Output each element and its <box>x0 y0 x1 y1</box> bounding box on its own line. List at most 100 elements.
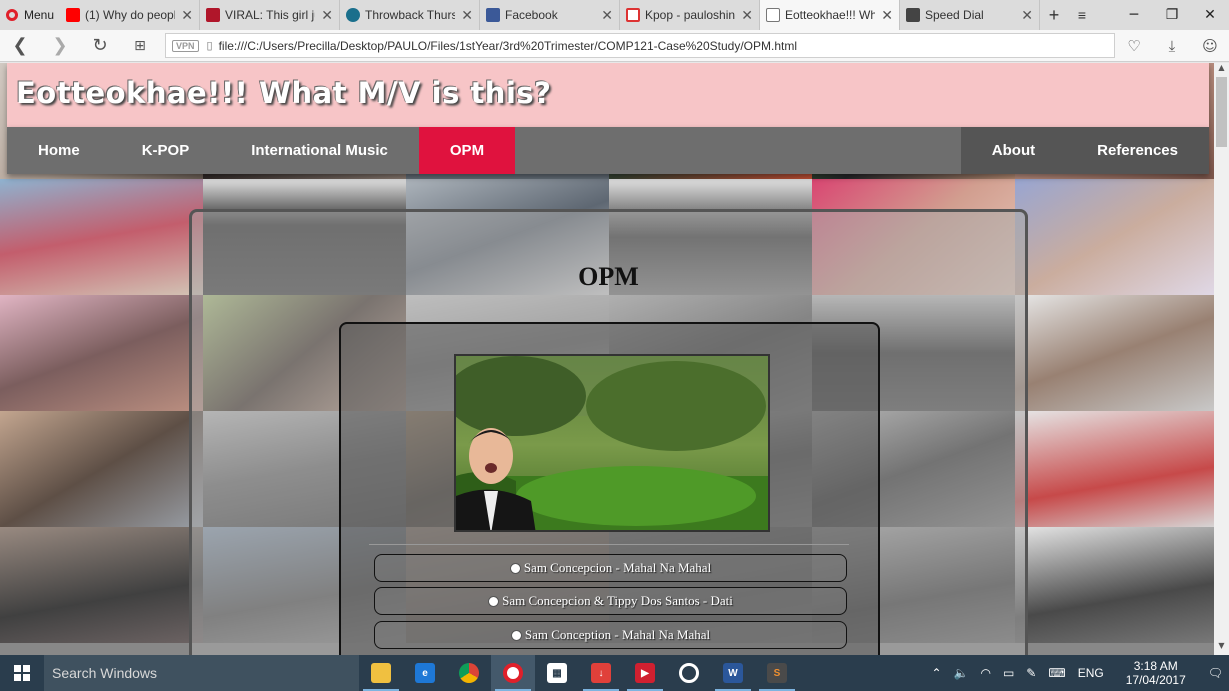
downloader-icon[interactable]: ↓ <box>579 655 623 691</box>
browser-tab[interactable]: Facebook ✕ <box>480 0 620 30</box>
site-title: Eotteokhae!!! What M/V is this? <box>16 76 552 110</box>
clock[interactable]: 3:18 AM 17/04/2017 <box>1110 659 1202 687</box>
scroll-up-icon[interactable]: ▲ <box>1214 63 1229 77</box>
vpn-badge[interactable]: VPN <box>172 39 199 52</box>
sublime-text-icon[interactable]: S <box>755 655 799 691</box>
nav-kpop[interactable]: K-POP <box>111 127 221 174</box>
close-tab-icon[interactable]: ✕ <box>881 7 893 24</box>
browser-tab[interactable]: (1) Why do people ✕ <box>60 0 200 30</box>
song-option[interactable]: Sam Conception - Mahal Na Mahal <box>374 621 847 649</box>
close-tab-icon[interactable]: ✕ <box>321 7 333 24</box>
battery-icon[interactable]: ▭ <box>997 666 1020 680</box>
opera-browser-icon[interactable] <box>491 655 535 691</box>
reload-icon[interactable]: ↻ <box>80 35 120 56</box>
gmail-favicon-icon <box>626 8 640 22</box>
wifi-icon[interactable]: ◠ <box>974 666 996 680</box>
tab-label: (1) Why do people <box>85 8 176 22</box>
search-placeholder: Search Windows <box>52 665 158 681</box>
radio-button[interactable] <box>510 629 522 641</box>
nav-home[interactable]: Home <box>7 127 111 174</box>
close-tab-icon[interactable]: ✕ <box>1021 7 1033 24</box>
tab-label: Facebook <box>505 8 558 22</box>
browser-tab[interactable]: Throwback Thursda ✕ <box>340 0 480 30</box>
opera-menu-button[interactable]: Menu <box>0 0 60 30</box>
volume-icon[interactable]: 🔈 <box>948 666 975 680</box>
collage-image <box>1015 527 1214 643</box>
tab-menu-icon[interactable]: ≡ <box>1068 0 1096 30</box>
youtube-favicon-icon <box>66 8 80 22</box>
language-indicator[interactable]: ENG <box>1072 666 1110 680</box>
browser-tab-active[interactable]: Eotteokhae!!! What ✕ <box>760 0 900 30</box>
speed-dial-grid-icon[interactable]: ⊞ <box>120 38 160 54</box>
nav-about[interactable]: About <box>961 127 1066 174</box>
site-header: Eotteokhae!!! What M/V is this? <box>7 63 1209 127</box>
document-favicon-icon <box>766 8 780 22</box>
new-tab-button[interactable]: + <box>1040 0 1068 30</box>
close-tab-icon[interactable]: ✕ <box>741 7 753 24</box>
show-hidden-icons-icon[interactable]: ⌃ <box>925 666 947 680</box>
page-heading: OPM <box>578 262 639 291</box>
news-favicon-icon <box>206 8 220 22</box>
nav-international-music[interactable]: International Music <box>220 127 419 174</box>
tab-label: VIRAL: This girl just <box>225 8 315 22</box>
keyboard-icon[interactable]: ⌨ <box>1042 666 1071 680</box>
collage-image <box>0 179 203 295</box>
music-video[interactable] <box>454 354 770 532</box>
file-explorer-icon[interactable] <box>359 655 403 691</box>
radio-button[interactable] <box>488 595 500 607</box>
forward-icon[interactable]: ❯ <box>40 35 80 56</box>
word-icon[interactable]: W <box>711 655 755 691</box>
browser-tab-bar: Menu (1) Why do people ✕ VIRAL: This gir… <box>0 0 1229 30</box>
main-nav: Home K-POP International Music OPM About… <box>7 127 1209 174</box>
action-center-icon[interactable]: 🗨 <box>1202 666 1229 680</box>
music-video-player-panel: Sam Concepcion - Mahal Na Mahal Sam Conc… <box>339 322 880 655</box>
store-icon[interactable]: ▦ <box>535 655 579 691</box>
close-window-icon[interactable]: ✕ <box>1191 0 1229 30</box>
page-viewport: Eotteokhae!!! What M/V is this? Home K-P… <box>0 63 1214 655</box>
collage-image <box>1015 411 1214 527</box>
close-tab-icon[interactable]: ✕ <box>181 7 193 24</box>
edge-browser-icon[interactable]: e <box>403 655 447 691</box>
back-icon[interactable]: ❮ <box>0 35 40 56</box>
url-field[interactable]: VPN ▯ file:///C:/Users/Precilla/Desktop/… <box>165 33 1115 58</box>
bookmark-heart-icon[interactable]: ♡ <box>1115 37 1153 55</box>
windows-taskbar: Search Windows e ▦ ↓ ▶ W S ⌃ 🔈 ◠ ▭ ✎ ⌨ E… <box>0 655 1229 691</box>
nav-references[interactable]: References <box>1066 127 1209 174</box>
browser-tab[interactable]: Kpop - pauloshin02 ✕ <box>620 0 760 30</box>
media-app-icon[interactable] <box>667 655 711 691</box>
account-icon[interactable]: ☺ <box>1191 37 1229 55</box>
menu-label: Menu <box>24 8 55 22</box>
browser-tab[interactable]: VIRAL: This girl just ✕ <box>200 0 340 30</box>
nav-opm[interactable]: OPM <box>418 127 516 174</box>
scroll-down-icon[interactable]: ▼ <box>1214 641 1229 655</box>
maximize-icon[interactable]: ❐ <box>1153 0 1191 30</box>
mp3-app-icon[interactable]: ▶ <box>623 655 667 691</box>
video-frame <box>456 356 768 530</box>
tab-label: Kpop - pauloshin02 <box>645 8 736 22</box>
browser-tab[interactable]: Speed Dial ✕ <box>900 0 1040 30</box>
site-favicon-icon <box>346 8 360 22</box>
close-tab-icon[interactable]: ✕ <box>461 7 473 24</box>
song-option[interactable]: Sam Concepcion & Tippy Dos Santos - Dati <box>374 587 847 615</box>
windows-start-icon[interactable] <box>0 655 44 691</box>
tab-label: Eotteokhae!!! What <box>785 8 876 22</box>
collage-image <box>0 295 203 411</box>
page-icon: ▯ <box>206 40 213 52</box>
song-label: Sam Concepcion - Mahal Na Mahal <box>523 560 712 575</box>
radio-button[interactable] <box>509 562 521 574</box>
opera-logo-icon <box>6 9 18 21</box>
url-text: file:///C:/Users/Precilla/Desktop/PAULO/… <box>218 38 797 53</box>
scroll-thumb[interactable] <box>1216 77 1227 147</box>
clock-date: 17/04/2017 <box>1125 673 1186 687</box>
content-panel: OPM Sam Concepcion - Mahal Na Mahal Sam … <box>189 209 1028 655</box>
page-scrollbar[interactable]: ▲ ▼ <box>1214 63 1229 655</box>
minimize-icon[interactable]: ─ <box>1115 0 1153 30</box>
pen-icon[interactable]: ✎ <box>1020 666 1042 680</box>
song-option[interactable]: Sam Concepcion - Mahal Na Mahal <box>374 554 847 582</box>
song-label: Sam Conception - Mahal Na Mahal <box>524 627 711 642</box>
chrome-icon[interactable] <box>447 655 491 691</box>
download-icon[interactable]: ⤓ <box>1153 37 1191 55</box>
taskbar-search-box[interactable]: Search Windows <box>44 655 359 691</box>
collage-image <box>0 527 203 643</box>
close-tab-icon[interactable]: ✕ <box>601 7 613 24</box>
